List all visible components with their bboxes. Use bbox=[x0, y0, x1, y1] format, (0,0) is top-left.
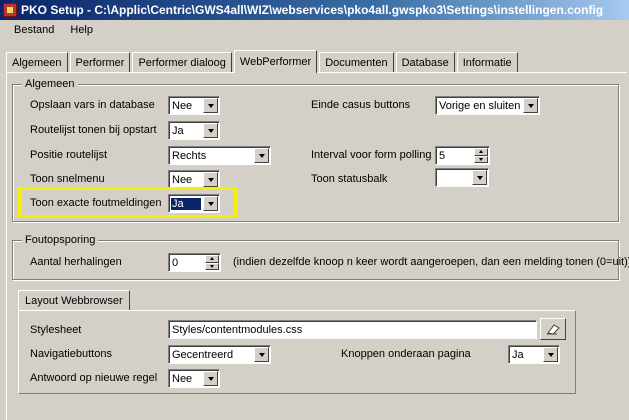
tab-performer-dialoog[interactable]: Performer dialoog bbox=[132, 52, 232, 72]
toon-exacte-foutmeldingen-label: Toon exacte foutmeldingen bbox=[30, 197, 162, 209]
aantal-herhalingen-spinner[interactable]: 0 bbox=[168, 253, 221, 272]
eraser-icon bbox=[547, 324, 560, 335]
opslaan-vars-select[interactable]: Nee bbox=[168, 96, 220, 115]
spin-down-icon[interactable] bbox=[474, 155, 488, 163]
chevron-down-icon[interactable] bbox=[203, 172, 218, 187]
chevron-down-icon[interactable] bbox=[254, 347, 269, 362]
menu-bar: Bestand Help bbox=[0, 20, 629, 40]
menu-bestand[interactable]: Bestand bbox=[6, 24, 62, 36]
toon-exacte-foutmeldingen-value: Ja bbox=[171, 197, 201, 210]
knoppen-onderaan-select[interactable]: Ja bbox=[508, 345, 560, 364]
chevron-down-icon[interactable] bbox=[203, 196, 218, 211]
einde-casus-buttons-value: Vorige en sluiten bbox=[439, 99, 521, 112]
window-title: PKO Setup - C:\Applic\Centric\GWS4all\WI… bbox=[21, 3, 604, 17]
routelijst-tonen-label: Routelijst tonen bij opstart bbox=[30, 124, 157, 136]
chevron-down-icon[interactable] bbox=[203, 123, 218, 138]
antwoord-nieuwe-regel-value: Nee bbox=[172, 372, 193, 385]
antwoord-nieuwe-regel-select[interactable]: Nee bbox=[168, 369, 220, 388]
chevron-down-icon[interactable] bbox=[543, 347, 558, 362]
toon-statusbalk-label: Toon statusbalk bbox=[311, 173, 388, 185]
tab-layout-webbrowser[interactable]: Layout Webbrowser bbox=[18, 290, 130, 310]
tab-algemeen[interactable]: Algemeen bbox=[6, 52, 68, 72]
knoppen-onderaan-value: Ja bbox=[512, 348, 524, 361]
navigatiebuttons-value: Gecentreerd bbox=[172, 348, 234, 361]
routelijst-tonen-value: Ja bbox=[172, 124, 184, 137]
positie-routelijst-value: Rechts bbox=[172, 149, 207, 162]
stylesheet-input[interactable]: Styles/contentmodules.css bbox=[168, 320, 537, 339]
chevron-down-icon[interactable] bbox=[254, 148, 269, 163]
menu-help[interactable]: Help bbox=[62, 24, 101, 36]
opslaan-vars-label: Opslaan vars in database bbox=[30, 99, 155, 111]
antwoord-nieuwe-regel-label: Antwoord op nieuwe regel bbox=[30, 372, 158, 384]
toon-statusbalk-select[interactable] bbox=[435, 168, 489, 187]
chevron-down-icon[interactable] bbox=[472, 170, 487, 185]
interval-form-polling-value: 5 bbox=[439, 149, 446, 162]
toon-exacte-foutmeldingen-select[interactable]: Ja bbox=[168, 194, 220, 213]
chevron-down-icon[interactable] bbox=[203, 98, 218, 113]
interval-form-polling-label: Interval voor form polling bbox=[311, 149, 432, 161]
chevron-down-icon[interactable] bbox=[203, 371, 218, 386]
einde-casus-buttons-select[interactable]: Vorige en sluiten bbox=[435, 96, 540, 115]
group-foutopsporing-legend: Foutopsporing bbox=[22, 234, 99, 246]
toon-snelmenu-value: Nee bbox=[172, 173, 193, 186]
positie-routelijst-select[interactable]: Rechts bbox=[168, 146, 271, 165]
browse-stylesheet-button[interactable] bbox=[540, 318, 566, 340]
aantal-herhalingen-value: 0 bbox=[172, 256, 179, 269]
navigatiebuttons-select[interactable]: Gecentreerd bbox=[168, 345, 271, 364]
tab-documenten[interactable]: Documenten bbox=[319, 52, 394, 72]
aantal-herhalingen-label: Aantal herhalingen bbox=[30, 256, 122, 268]
chevron-down-icon[interactable] bbox=[523, 98, 538, 113]
app-icon bbox=[3, 3, 17, 17]
einde-casus-buttons-label: Einde casus buttons bbox=[311, 99, 411, 111]
tab-strip: Algemeen Performer Performer dialoog Web… bbox=[6, 50, 520, 73]
spin-up-icon[interactable] bbox=[474, 148, 488, 156]
tab-informatie[interactable]: Informatie bbox=[456, 52, 518, 72]
spin-up-icon[interactable] bbox=[205, 255, 219, 263]
title-bar: PKO Setup - C:\Applic\Centric\GWS4all\WI… bbox=[0, 0, 629, 20]
tab-database[interactable]: Database bbox=[395, 52, 455, 72]
spin-down-icon[interactable] bbox=[205, 262, 219, 270]
tab-performer[interactable]: Performer bbox=[69, 52, 131, 72]
toon-snelmenu-label: Toon snelmenu bbox=[30, 173, 105, 185]
routelijst-tonen-select[interactable]: Ja bbox=[168, 121, 220, 140]
knoppen-onderaan-label: Knoppen onderaan pagina bbox=[341, 348, 471, 360]
tab-webperformer[interactable]: WebPerformer bbox=[233, 50, 318, 73]
opslaan-vars-value: Nee bbox=[172, 99, 193, 112]
positie-routelijst-label: Positie routelijst bbox=[30, 149, 108, 161]
navigatiebuttons-label: Navigatiebuttons bbox=[30, 348, 112, 360]
stylesheet-label: Stylesheet bbox=[30, 324, 82, 336]
group-algemeen-legend: Algemeen bbox=[22, 78, 78, 90]
foutopsporing-note: (indien dezelfde knoop n keer wordt aang… bbox=[233, 256, 629, 268]
interval-form-polling-spinner[interactable]: 5 bbox=[435, 146, 490, 165]
